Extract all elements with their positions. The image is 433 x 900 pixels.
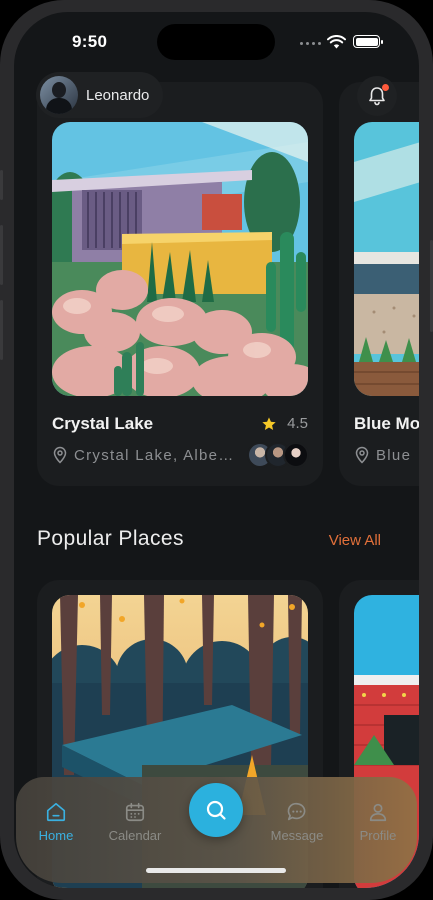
avatar bbox=[40, 76, 78, 114]
notification-badge bbox=[382, 84, 389, 91]
featured-card-crystal-lake[interactable]: Crystal Lake 4.5 Crystal Lake, Albe… bbox=[37, 82, 323, 486]
card-location: Blue bbox=[354, 446, 411, 464]
avatar bbox=[283, 442, 309, 468]
card-location: Crystal Lake, Albe… bbox=[52, 446, 242, 464]
location-pin-icon bbox=[53, 446, 67, 464]
notifications-button[interactable] bbox=[357, 76, 397, 116]
card-title: Crystal Lake bbox=[52, 414, 154, 433]
nav-calendar[interactable]: Calendar bbox=[100, 801, 170, 843]
status-bar: 9:50 bbox=[14, 12, 419, 72]
nav-home[interactable]: Home bbox=[21, 801, 91, 843]
mute-switch bbox=[0, 170, 3, 200]
message-icon bbox=[287, 802, 306, 821]
visitor-avatars bbox=[247, 442, 309, 468]
star-icon bbox=[262, 416, 276, 430]
crystal-lake-image bbox=[52, 122, 308, 396]
signal-icon bbox=[300, 42, 321, 45]
home-icon bbox=[46, 802, 66, 822]
rating: 4.5 bbox=[261, 415, 308, 432]
location-text: Blue bbox=[376, 446, 412, 464]
profile-icon bbox=[369, 803, 387, 822]
dynamic-island bbox=[157, 24, 275, 60]
nav-label: Message bbox=[270, 828, 324, 843]
battery-icon bbox=[353, 35, 383, 48]
home-indicator[interactable] bbox=[146, 868, 286, 873]
section-title: Popular Places bbox=[37, 527, 184, 550]
app-header: Leonardo bbox=[14, 72, 419, 120]
wifi-icon bbox=[327, 35, 346, 49]
nav-label: Calendar bbox=[108, 828, 162, 843]
user-profile-chip[interactable]: Leonardo bbox=[36, 72, 164, 118]
rating-value: 4.5 bbox=[287, 415, 308, 432]
location-pin-icon bbox=[355, 446, 369, 464]
app-screen: 9:50 Leonardo Crystal Lake 4.5 Crystal L… bbox=[14, 12, 419, 888]
calendar-icon bbox=[125, 802, 145, 822]
phone-frame: 9:50 Leonardo Crystal Lake 4.5 Crystal L… bbox=[0, 0, 433, 900]
volume-up-button bbox=[0, 225, 3, 285]
view-all-link[interactable]: View All bbox=[329, 532, 381, 549]
nav-label: Home bbox=[38, 828, 74, 843]
status-time: 9:50 bbox=[72, 32, 108, 51]
search-button[interactable] bbox=[189, 783, 243, 837]
card-title: Blue Mo bbox=[354, 414, 419, 433]
nav-profile[interactable]: Profile bbox=[343, 801, 413, 843]
featured-card-blue-mo[interactable]: Blue Mo Blue bbox=[339, 82, 419, 486]
nav-label: Profile bbox=[359, 828, 397, 843]
username: Leonardo bbox=[86, 86, 150, 104]
nav-message[interactable]: Message bbox=[262, 801, 332, 843]
search-icon bbox=[206, 800, 226, 820]
location-text: Crystal Lake, Albe… bbox=[74, 446, 235, 464]
blue-mo-image bbox=[354, 122, 419, 396]
volume-down-button bbox=[0, 300, 3, 360]
